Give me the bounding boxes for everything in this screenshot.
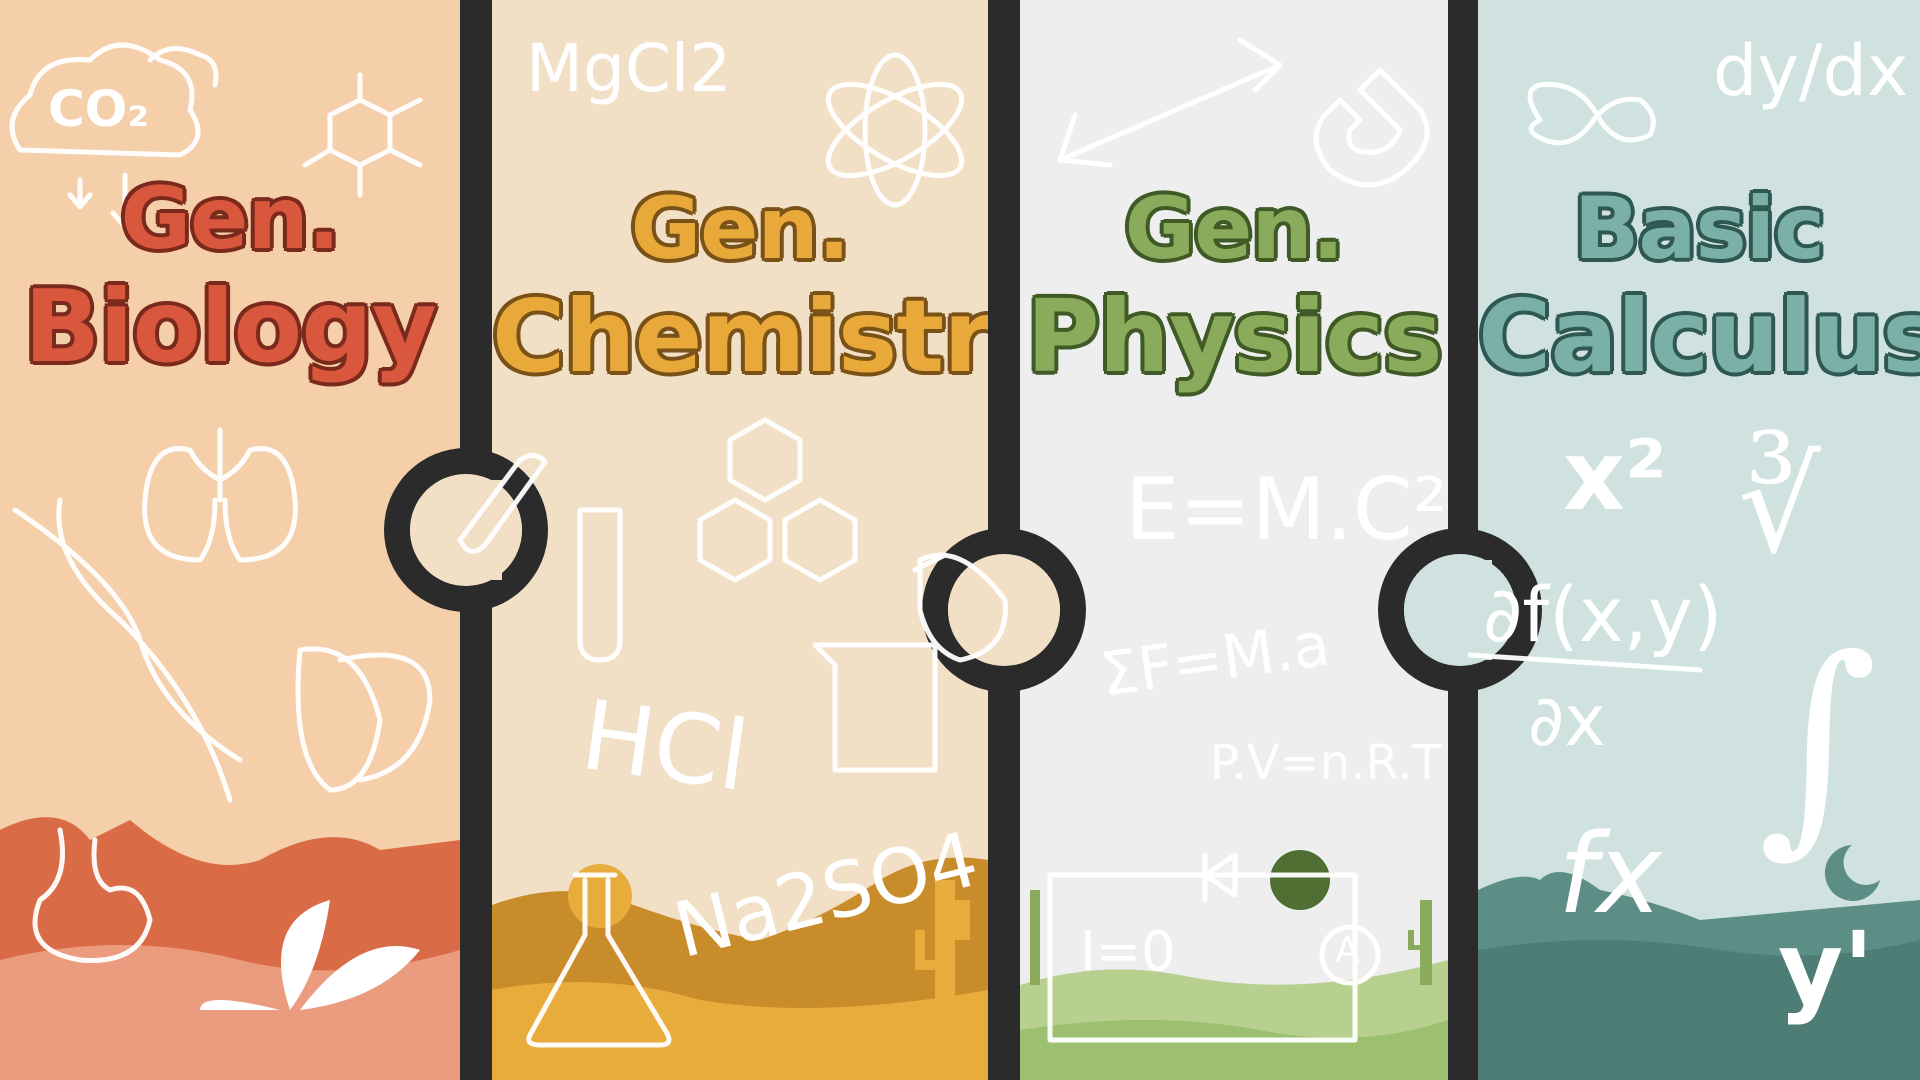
integral-symbol: ∫ — [1758, 610, 1878, 877]
formula-dydx: dy/dx — [1713, 30, 1909, 112]
title-line1: Gen. — [1124, 179, 1345, 279]
formula-partial-denominator: ∂x — [1528, 680, 1606, 762]
title-line2: Chemistry — [492, 277, 988, 395]
divider-2 — [988, 0, 1020, 1080]
divider-3 — [1448, 0, 1478, 1080]
title-chemistry: Gen. Chemistry — [492, 180, 988, 394]
formula-pvnrt: P.V=n.R.T — [1210, 735, 1442, 791]
formula-emc2: E=M.C² — [1125, 460, 1448, 560]
title-line1: Basic — [1573, 179, 1825, 279]
formula-fx: fx — [1558, 810, 1662, 938]
ammeter-label: A — [1335, 930, 1360, 971]
formula-na2so4: Na2SO4 — [665, 814, 987, 975]
formula-partial-numerator: ∂f(x,y) — [1483, 570, 1723, 659]
formula-mgcl2: MgCl2 — [526, 30, 732, 107]
panel-physics: Gen. Physics E=M.C² ΣF=M.a P.V=n.R.T I=0… — [1020, 0, 1448, 1080]
title-line2: Biology — [24, 267, 437, 385]
co2-label: CO₂ — [48, 80, 150, 138]
title-physics: Gen. Physics — [1020, 180, 1448, 394]
formula-x2: x² — [1563, 420, 1667, 532]
panel-calculus: Basic Calculus dy/dx x² ∛ ∂f(x,y) ∂x ∫ f… — [1478, 0, 1920, 1080]
panel-biology: Gen. Biology CO₂ — [0, 0, 460, 1080]
formula-hcl: HCl — [575, 679, 755, 813]
label-i0: I=0 — [1080, 920, 1176, 983]
title-line1: Gen. — [120, 169, 341, 269]
formula-sfma: ΣF=M.a — [1096, 609, 1335, 711]
cube-root-symbol: ∛ — [1738, 430, 1821, 582]
title-line2: Calculus — [1478, 277, 1920, 395]
title-biology: Gen. Biology — [0, 170, 460, 384]
panel-chemistry: Gen. Chemistry MgCl2 HCl Na2SO4 — [492, 0, 988, 1080]
subject-banner: Gen. Biology CO₂ Gen. Chemistry MgCl2 HC… — [0, 0, 1920, 1080]
title-line1: Gen. — [630, 179, 851, 279]
formula-yprime: y' — [1778, 910, 1874, 1027]
title-calculus: Basic Calculus — [1478, 180, 1920, 394]
title-line2: Physics — [1026, 277, 1442, 395]
